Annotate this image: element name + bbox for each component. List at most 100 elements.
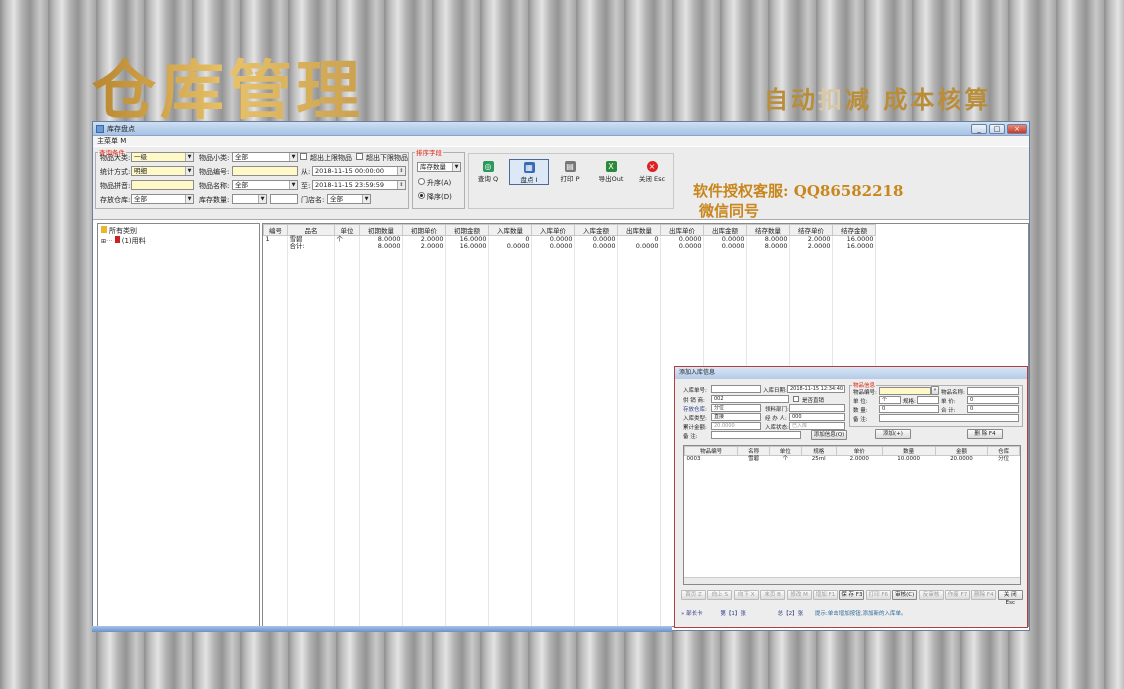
column-header[interactable]: 结存金额 xyxy=(832,224,876,236)
close-window-button[interactable]: × xyxy=(1007,124,1027,134)
print-button[interactable]: ▤ 打印 P xyxy=(550,159,590,185)
add-info-button[interactable]: 添加信息(Q) xyxy=(811,430,847,440)
amount-input[interactable]: 0 xyxy=(967,405,1019,413)
count-button[interactable]: ▦ 盘点 I xyxy=(509,159,549,185)
column-header[interactable]: 数量 xyxy=(881,446,936,456)
dialog-action-button[interactable]: 作废 F7 xyxy=(945,590,970,600)
sort-field-select[interactable]: 库存数量 ▼ xyxy=(417,162,461,172)
handler-label: 经 办 人: xyxy=(765,416,787,422)
column-header[interactable]: 规格 xyxy=(800,446,837,456)
column-header[interactable]: 单价 xyxy=(835,446,883,456)
dialog-action-button[interactable]: 删除 F4 xyxy=(971,590,997,600)
column-header[interactable]: 单位 xyxy=(768,446,802,456)
minimize-button[interactable]: _ xyxy=(971,124,987,134)
from-datetime[interactable]: 2018-11-15 00:00:00 ⇕ xyxy=(312,166,406,176)
lookup-button[interactable]: » xyxy=(931,386,939,395)
maximize-button[interactable]: □ xyxy=(989,124,1005,134)
dialog-action-button[interactable]: 向下 X xyxy=(733,590,759,600)
in-type-label: 入库类型: xyxy=(683,416,707,422)
dialog-action-button[interactable]: 向上 S xyxy=(707,590,733,600)
over-lower-checkbox[interactable] xyxy=(356,153,363,160)
remark-input[interactable] xyxy=(711,431,801,439)
item-name-select[interactable]: 全部 ▼ xyxy=(232,180,298,190)
stock-qty-op-select[interactable]: ▼ xyxy=(232,194,267,204)
column-header[interactable]: 单位 xyxy=(334,224,360,236)
spec-input[interactable] xyxy=(917,396,939,404)
asc-radio[interactable] xyxy=(418,178,425,185)
add-inbound-dialog: 添加入库信息 入库单号: 入库日期: 2018-11-15 12:34:40 供… xyxy=(674,366,1028,628)
price-label: 单 价: xyxy=(941,399,956,405)
spinner-icon[interactable]: ⇕ xyxy=(397,181,405,189)
dialog-action-button[interactable]: 打印 F6 xyxy=(865,590,891,600)
dlg-item-name-input[interactable] xyxy=(967,387,1019,395)
small-class-select[interactable]: 全部 ▼ xyxy=(232,152,298,162)
column-header[interactable]: 出库数量 xyxy=(617,224,661,236)
column-header[interactable]: 入库单价 xyxy=(531,224,575,236)
desc-radio[interactable] xyxy=(418,192,425,199)
dialog-action-button[interactable]: 保 存 F3 xyxy=(839,590,865,600)
column-header[interactable]: 编号 xyxy=(263,224,288,236)
in-date-input[interactable]: 2018-11-15 12:34:40 xyxy=(787,385,845,393)
warehouse-select[interactable]: 全部 ▼ xyxy=(131,194,194,204)
big-class-label: 物品大类: xyxy=(100,154,131,162)
table-row[interactable]: 0003 雪碧 个 25ml 2.0000 10.0000 20.0000 分位 xyxy=(685,456,1020,464)
column-header[interactable]: 结存单价 xyxy=(789,224,833,236)
unit-input[interactable]: 个 xyxy=(879,396,901,404)
column-header[interactable]: 出库金额 xyxy=(703,224,747,236)
qty-input[interactable]: 0 xyxy=(879,405,939,413)
dialog-action-button[interactable]: 关 闭 Esc xyxy=(997,590,1023,606)
table-cell: 0.0000 xyxy=(592,242,616,250)
add-item-button[interactable]: 添加(+) xyxy=(875,429,911,439)
column-header[interactable]: 入库金额 xyxy=(574,224,618,236)
in-no-input[interactable] xyxy=(711,385,761,393)
table-row[interactable]: 合计: 8.0000 2.0000 16.0000 0.0000 0.0000 0.0000… xyxy=(264,243,876,250)
settled-checkbox[interactable] xyxy=(793,396,799,402)
export-button[interactable]: X 导出Out xyxy=(591,159,631,185)
stat-mode-select[interactable]: 明细 ▼ xyxy=(131,166,194,176)
to-datetime[interactable]: 2018-11-15 23:59:59 ⇕ xyxy=(312,180,406,190)
tree-root[interactable]: 所有类别 xyxy=(101,226,137,236)
column-header[interactable]: 初期单价 xyxy=(402,224,446,236)
dlg-item-code-label: 物品编号: xyxy=(853,390,877,396)
delete-item-button[interactable]: 删 除 F4 xyxy=(967,429,1003,439)
handler-select[interactable]: 000 xyxy=(789,413,845,421)
supplier-select[interactable]: 002 xyxy=(711,395,789,403)
column-header[interactable]: 结存数量 xyxy=(746,224,790,236)
horizontal-scrollbar[interactable] xyxy=(684,577,1020,584)
big-class-select[interactable]: 一级 ▼ xyxy=(131,152,194,162)
column-header[interactable]: 仓库 xyxy=(987,446,1020,456)
store-select[interactable]: 全部 ▼ xyxy=(327,194,371,204)
price-input[interactable]: 0 xyxy=(967,396,1019,404)
table-cell: 16.0000 xyxy=(846,242,874,250)
dept-select[interactable] xyxy=(789,404,845,412)
spinner-icon[interactable]: ⇕ xyxy=(397,167,405,175)
column-header[interactable]: 出库单价 xyxy=(660,224,704,236)
dialog-action-button[interactable]: 审核(C) xyxy=(892,590,918,600)
note-input[interactable] xyxy=(879,414,1019,422)
column-header[interactable]: 物品编号 xyxy=(684,446,739,456)
query-button[interactable]: ◎ 查询 Q xyxy=(468,159,508,185)
table-cell: 个 xyxy=(782,456,788,462)
dialog-action-button[interactable]: 首页 Z xyxy=(681,590,706,600)
column-header[interactable]: 初期数量 xyxy=(359,224,403,236)
dialog-action-button[interactable]: 反审核 xyxy=(918,590,944,600)
column-header[interactable]: 入库数量 xyxy=(488,224,532,236)
column-header[interactable]: 金额 xyxy=(934,446,989,456)
column-header[interactable]: 初期金额 xyxy=(445,224,489,236)
note-label: 备 注: xyxy=(853,417,868,423)
main-menu[interactable]: 主菜单 M xyxy=(93,136,1029,146)
dlg-item-code-input[interactable] xyxy=(879,387,931,395)
dlg-warehouse-select[interactable]: 分位 xyxy=(711,404,761,412)
column-header[interactable]: 名称 xyxy=(737,446,770,456)
in-type-select[interactable]: 直接 xyxy=(711,413,761,421)
tree-item-materials[interactable]: ⊞··· (1)用料 xyxy=(101,236,146,246)
close-button[interactable]: × 关闭 Esc xyxy=(632,159,672,185)
over-upper-checkbox[interactable] xyxy=(300,153,307,160)
item-code-input[interactable] xyxy=(232,166,298,176)
pinyin-input[interactable] xyxy=(131,180,194,190)
dialog-action-button[interactable]: 增加 F1 xyxy=(813,590,838,600)
dialog-action-button[interactable]: 修改 M xyxy=(786,590,812,600)
dialog-action-button[interactable]: 末页 B xyxy=(760,590,786,600)
column-header[interactable]: 品名 xyxy=(287,224,335,236)
stock-qty-input[interactable] xyxy=(270,194,298,204)
